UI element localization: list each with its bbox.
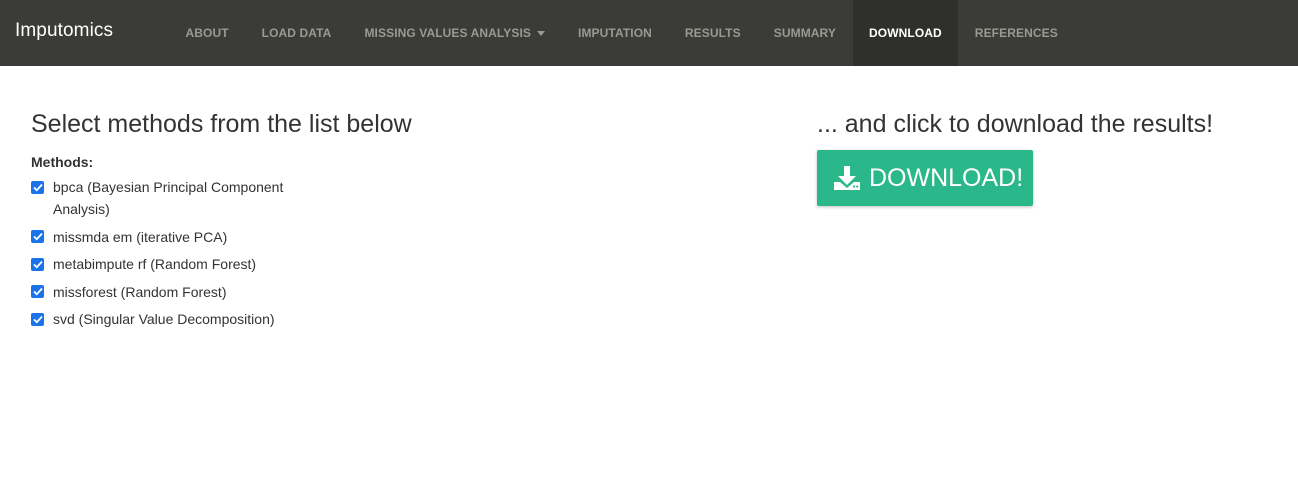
select-methods-heading: Select methods from the list below xyxy=(31,110,412,138)
caret-down-icon xyxy=(537,30,546,36)
nav-item-label: DOWNLOAD xyxy=(869,26,942,40)
download-heading: ... and click to download the results! xyxy=(817,110,1214,138)
nav-item-results[interactable]: RESULTS xyxy=(668,0,757,66)
top-navbar: Imputomics ABOUT LOAD DATA MISSING VALUE… xyxy=(0,0,1298,66)
method-option-bpca[interactable]: bpca (Bayesian Principal Component Analy… xyxy=(31,176,451,220)
nav-item-summary[interactable]: SUMMARY xyxy=(757,0,852,66)
method-option-label: bpca (Bayesian Principal Component Analy… xyxy=(53,179,284,217)
method-option-metabimpute-rf[interactable]: metabimpute rf (Random Forest) xyxy=(31,253,451,275)
nav-item-missing-values-analysis[interactable]: MISSING VALUES ANALYSIS xyxy=(348,0,562,66)
brand-title[interactable]: Imputomics xyxy=(15,0,113,66)
checkbox-checked[interactable] xyxy=(31,312,44,326)
nav-item-label: RESULTS xyxy=(684,26,741,40)
method-option-label: missmda em (iterative PCA) xyxy=(53,228,228,245)
checkmark-icon xyxy=(32,315,43,323)
nav-item-label: ABOUT xyxy=(185,26,229,40)
method-option-label: metabimpute rf (Random Forest) xyxy=(53,256,257,272)
checkmark-icon xyxy=(32,232,43,241)
download-button[interactable]: DOWNLOAD! xyxy=(817,150,1033,206)
download-icon xyxy=(834,166,860,190)
checkmark-icon xyxy=(32,287,43,296)
method-option-label: missforest (Random Forest) xyxy=(53,283,227,300)
nav-item-label: SUMMARY xyxy=(773,26,836,40)
nav-item-label: LOAD DATA xyxy=(261,26,332,40)
checkbox-checked[interactable] xyxy=(31,285,44,298)
nav-item-download[interactable]: DOWNLOAD xyxy=(852,0,959,66)
nav-item-imputation[interactable]: IMPUTATION xyxy=(562,0,669,66)
nav-item-label: REFERENCES xyxy=(974,26,1058,40)
nav-item-label: MISSING VALUES ANALYSIS xyxy=(364,26,532,40)
nav-item-about[interactable]: ABOUT xyxy=(169,0,245,66)
checkmark-icon xyxy=(32,260,43,268)
method-option-label: svd (Singular Value Decomposition) xyxy=(53,311,275,327)
method-option-missforest[interactable]: missforest (Random Forest) xyxy=(31,281,451,303)
nav-menu: ABOUT LOAD DATA MISSING VALUES ANALYSIS … xyxy=(169,0,1074,66)
nav-item-references[interactable]: REFERENCES xyxy=(958,0,1074,66)
nav-item-label: IMPUTATION xyxy=(578,26,652,40)
method-option-svd[interactable]: svd (Singular Value Decomposition) xyxy=(31,308,451,330)
download-panel: ... and click to download the results! D… xyxy=(817,108,1213,206)
method-selection-panel: Select methods from the list below Metho… xyxy=(31,108,451,336)
nav-item-load-data[interactable]: LOAD DATA xyxy=(245,0,348,66)
checkbox-checked[interactable] xyxy=(31,257,44,271)
methods-label: Methods: xyxy=(31,154,94,170)
method-option-missmda-em[interactable]: missmda em (iterative PCA) xyxy=(31,226,451,248)
checkmark-icon xyxy=(32,183,43,191)
download-button-label: DOWNLOAD! xyxy=(869,164,1024,192)
checkbox-checked[interactable] xyxy=(31,180,44,194)
checkbox-checked[interactable] xyxy=(31,230,44,243)
methods-checkbox-group: bpca (Bayesian Principal Component Analy… xyxy=(31,176,451,330)
